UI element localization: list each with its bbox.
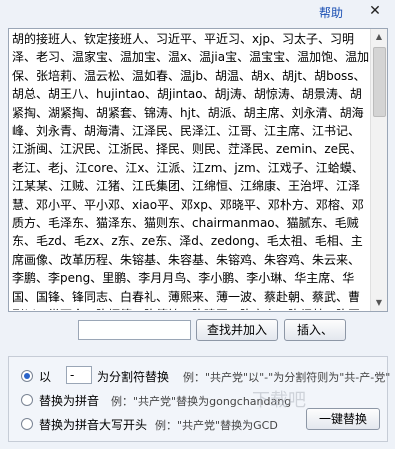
scroll-down-icon[interactable]: ▼ [371,295,387,311]
scroll-thumb[interactable] [373,47,386,117]
separator-input[interactable]: - [66,366,92,384]
vertical-scrollbar[interactable]: ▲ ▼ [370,29,387,311]
separator-prefix-label: 以 [39,370,52,384]
insert-button[interactable]: 插入、 [284,319,346,341]
pinyin-radio[interactable] [21,394,33,406]
keyword-textarea[interactable]: 胡的接班人、钦定接班人、习近平、平近习、xjp、习太子、习明泽、老习、温家宝、温… [8,28,388,312]
title-bar: 帮助 ✕ [0,0,395,24]
keyword-text: 胡的接班人、钦定接班人、习近平、平近习、xjp、习太子、习明泽、老习、温家宝、温… [12,32,370,310]
initials-radio[interactable] [21,418,33,430]
replace-all-button[interactable]: 一键替换 [306,408,380,430]
initials-example: 例："共产党"替换为GCD [155,419,278,432]
initials-label: 替换为拼音大写开头 [39,418,148,432]
find-and-add-button[interactable]: 查找并加入 [196,319,278,341]
scroll-up-icon[interactable]: ▲ [371,29,387,45]
pinyin-label: 替换为拼音 [39,394,100,408]
help-link[interactable]: 帮助 [319,4,343,21]
search-input[interactable] [78,320,191,340]
separator-example: 例："共产党"以"-"为分割符则为"共-产-党" [183,371,391,384]
close-button[interactable]: ✕ [364,2,386,20]
watermark-logo: 下载吧 [252,390,306,411]
separator-radio[interactable] [21,370,33,382]
separator-label: 为分割符替换 [97,370,170,384]
